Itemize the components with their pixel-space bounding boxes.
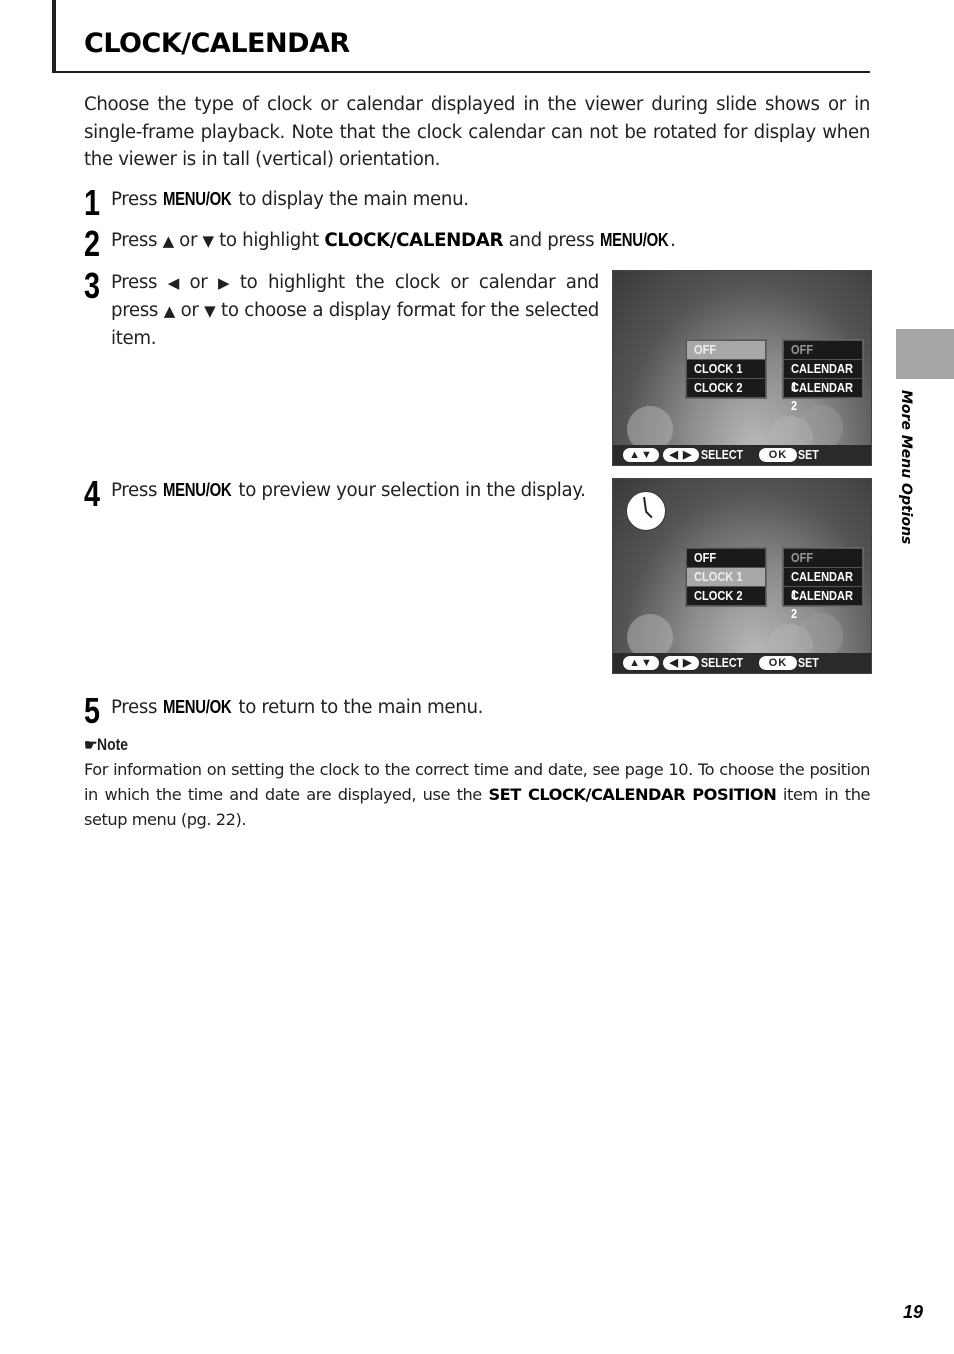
clock-menu-column: OFF CLOCK 1 CLOCK 2 [685,339,767,399]
clock-hand [645,510,653,518]
section-tab [896,329,954,379]
menu-option-label: CLOCK 2 [694,380,743,395]
left-right-button-icon: ◀ ▶ [663,656,699,670]
step-text: Press ◀ or ▶ to highlight the clock or c… [111,269,599,352]
left-arrow-icon: ◀ [167,274,180,292]
menu-ok-key: MENU/OK [599,230,669,250]
menu-option: OFF [784,341,862,359]
menu-option: OFF [687,549,765,567]
text: Press [111,272,168,293]
text: Press [111,189,163,210]
step-number: 2 [84,223,101,264]
menu-ok-key: MENU/OK [162,697,232,717]
set-label: SET [798,447,819,462]
menu-option: CLOCK 1 [687,360,765,378]
header-accent-bar [52,0,56,73]
step-text: Press MENU/OK to return to the main menu… [111,694,483,721]
menu-option-label: OFF [694,550,717,565]
menu-option: CLOCK 1 [687,568,765,586]
menu-ok-key: MENU/OK [162,480,232,500]
setting-name: SET CLOCK/CALENDAR POSITION [488,785,777,804]
menu-option-label: OFF [791,342,814,357]
text: or [174,300,205,321]
select-label: SELECT [701,655,744,670]
menu-option-label: CALENDAR 2 [791,380,854,413]
menu-option-label: CLOCK 1 [694,361,743,376]
right-arrow-icon: ▶ [218,274,230,292]
text: Press [111,480,163,501]
clock-hand [643,497,647,512]
ok-button-icon: OK [759,656,797,670]
page-title: CLOCK/CALENDAR [84,28,350,59]
up-arrow-icon: ▲ [162,232,175,250]
menu-item-name: CLOCK/CALENDAR [324,230,504,251]
menu-option: CLOCK 2 [687,379,765,397]
page-number: 19 [903,1302,924,1322]
select-label: SELECT [701,447,744,462]
note-label: Note [97,735,129,754]
text: Press [111,697,163,718]
step-text: Press MENU/OK to preview your selection … [111,477,586,504]
up-arrow-icon: ▲ [163,302,176,320]
down-arrow-icon: ▼ [202,232,215,250]
step-number: 1 [84,182,101,223]
menu-option: CALENDAR 1 [784,360,862,394]
menu-option: CALENDAR 1 [784,568,862,602]
text: to display the main menu. [233,189,469,210]
down-arrow-icon: ▼ [204,302,216,320]
menu-option-label: CALENDAR 2 [791,588,854,621]
text: to preview your selection in the display… [233,480,586,501]
menu-option: CALENDAR 2 [784,587,862,621]
text: to highlight [213,230,325,251]
lcd-screen-format-select: OFF CLOCK 1 CLOCK 2 OFF CALENDAR 1 CALENDAR … [612,270,872,466]
step-number: 5 [84,690,101,731]
step-number: 3 [84,265,101,306]
text: and press [503,230,600,251]
lcd-screen-preview: OFF CLOCK 1 CLOCK 2 OFF CALENDAR 1 CALENDAR … [612,478,872,674]
text: . [670,230,676,251]
step-text: Press MENU/OK to display the main menu. [111,186,469,213]
menu-option-label: CLOCK 1 [694,569,743,584]
menu-option: OFF [784,549,862,567]
text: or [173,230,203,251]
menu-option-label: OFF [694,342,717,357]
set-label: SET [798,655,819,670]
lcd-control-bar: ▲▼ ◀ ▶ SELECT OK SET [613,445,871,465]
intro-paragraph: Choose the type of clock or calendar dis… [84,94,870,170]
text: or [178,272,219,293]
menu-option: OFF [687,341,765,359]
section-label: More Menu Options [898,390,914,545]
ok-button-icon: OK [759,448,797,462]
menu-option-label: OFF [791,550,814,565]
clock-menu-column: OFF CLOCK 1 CLOCK 2 [685,547,767,607]
step-number: 4 [84,473,101,514]
analog-clock-preview-icon [626,491,666,531]
note-body: For information on setting the clock to … [84,757,870,832]
left-right-button-icon: ◀ ▶ [663,448,699,462]
menu-option: CLOCK 2 [687,587,765,605]
calendar-menu-column: OFF CALENDAR 1 CALENDAR 2 [782,547,864,621]
calendar-menu-column: OFF CALENDAR 1 CALENDAR 2 [782,339,864,413]
up-down-button-icon: ▲▼ [623,448,659,462]
header-rule [52,71,870,73]
menu-ok-key: MENU/OK [162,189,232,209]
text: to return to the main menu. [233,697,484,718]
note-heading: ☛Note [84,735,135,755]
pointing-hand-icon: ☛ [84,737,98,754]
menu-option: CALENDAR 2 [784,379,862,413]
menu-option-label: CLOCK 2 [694,588,743,603]
text: Press [111,230,163,251]
up-down-button-icon: ▲▼ [623,656,659,670]
lcd-control-bar: ▲▼ ◀ ▶ SELECT OK SET [613,653,871,673]
step-text: Press ▲ or ▼ to highlight CLOCK/CALENDAR… [111,227,676,255]
